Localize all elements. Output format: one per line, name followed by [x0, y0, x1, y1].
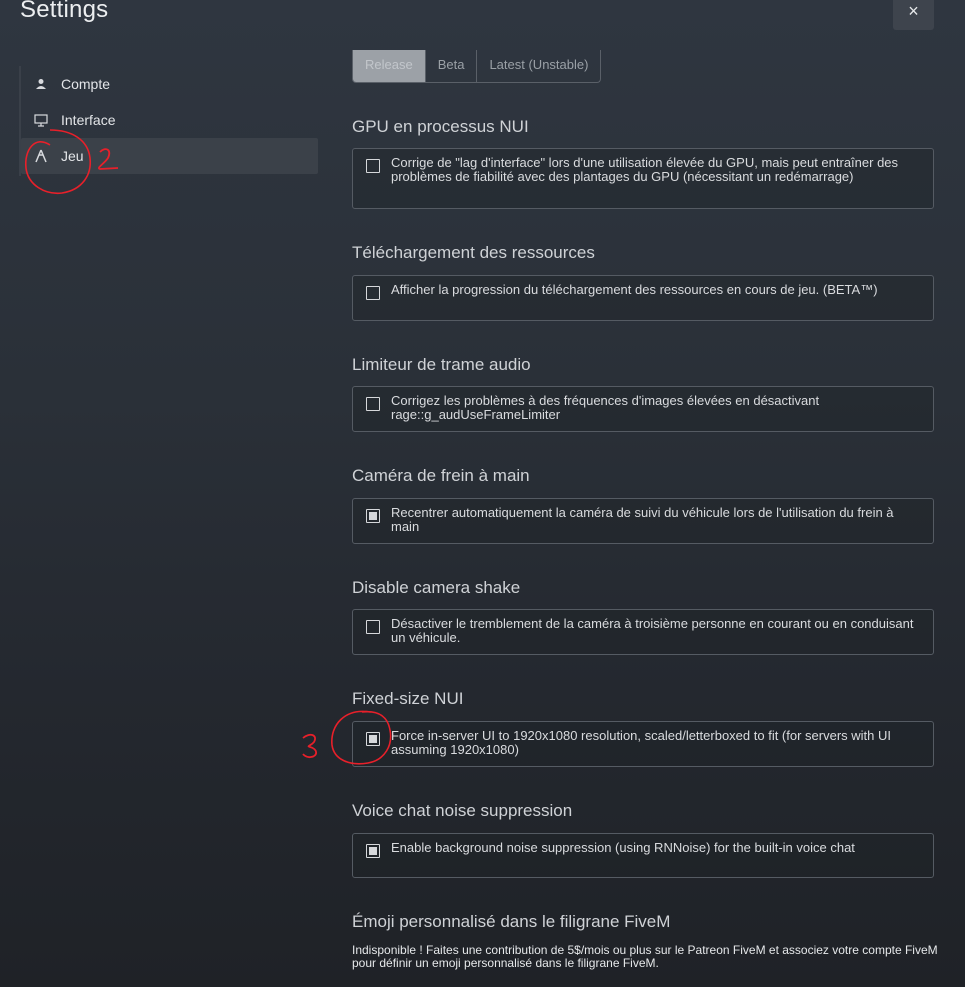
option-label: Désactiver le tremblement de la caméra à…: [391, 616, 914, 645]
sidebar: Compte Interface Jeu: [19, 66, 318, 176]
user-icon: [33, 78, 49, 90]
option-label: Afficher la progression du téléchargemen…: [391, 282, 878, 297]
option-label: Enable background noise suppression (usi…: [391, 840, 855, 855]
section-heading: Téléchargement des ressources: [352, 243, 595, 262]
option-handbrake-camera[interactable]: Recentrer automatiquement la caméra de s…: [352, 498, 934, 544]
sidebar-item-label: Jeu: [61, 148, 84, 164]
section-heading: Limiteur de trame audio: [352, 355, 531, 374]
option-gpu-nui[interactable]: Corrige de "lag d'interface" lors d'une …: [352, 148, 934, 209]
tab-beta[interactable]: Beta: [426, 50, 478, 82]
tab-release[interactable]: Release: [353, 50, 426, 82]
sidebar-item-label: Compte: [61, 76, 111, 92]
sidebar-item-interface[interactable]: Interface: [21, 102, 318, 138]
release-channel-tabs: Release Beta Latest (Unstable): [352, 50, 602, 83]
option-resource-download[interactable]: Afficher la progression du téléchargemen…: [352, 275, 934, 321]
section-heading: Fixed-size NUI: [352, 689, 464, 708]
section-heading: Émoji personnalisé dans le filigrane Fiv…: [352, 912, 671, 931]
section-heading: Voice chat noise suppression: [352, 801, 573, 820]
game-icon: [33, 149, 49, 163]
close-icon: ×: [908, 0, 919, 21]
checkbox[interactable]: [366, 732, 380, 746]
checkbox[interactable]: [366, 509, 380, 523]
checkbox[interactable]: [366, 397, 380, 411]
checkbox[interactable]: [366, 620, 380, 634]
checkbox[interactable]: [366, 286, 380, 300]
section-heading: Caméra de frein à main: [352, 466, 530, 485]
monitor-icon: [33, 113, 49, 127]
option-label: Corrigez les problèmes à des fréquences …: [391, 393, 820, 422]
option-label: Recentrer automatiquement la caméra de s…: [391, 505, 894, 534]
section-heading: Disable camera shake: [352, 578, 521, 597]
option-audio-frame-limiter[interactable]: Corrigez les problèmes à des fréquences …: [352, 386, 934, 432]
option-camera-shake[interactable]: Désactiver le tremblement de la caméra à…: [352, 609, 934, 655]
sidebar-item-label: Interface: [61, 112, 116, 128]
sidebar-item-jeu[interactable]: Jeu: [21, 138, 318, 174]
tab-latest[interactable]: Latest (Unstable): [477, 50, 600, 82]
window-title: Settings: [20, 0, 109, 23]
checkbox[interactable]: [366, 844, 380, 858]
emoji-unavailable-note: Indisponible ! Faites une contribution d…: [352, 943, 938, 970]
close-button[interactable]: ×: [893, 0, 934, 30]
option-label: Force in-server UI to 1920x1080 resoluti…: [391, 728, 891, 757]
option-fixed-size-nui[interactable]: Force in-server UI to 1920x1080 resoluti…: [352, 721, 934, 767]
section-heading: GPU en processus NUI: [352, 117, 529, 136]
sidebar-item-compte[interactable]: Compte: [21, 66, 318, 102]
option-label: Corrige de "lag d'interface" lors d'une …: [391, 155, 899, 184]
checkbox[interactable]: [366, 159, 380, 173]
option-noise-suppression[interactable]: Enable background noise suppression (usi…: [352, 833, 934, 878]
